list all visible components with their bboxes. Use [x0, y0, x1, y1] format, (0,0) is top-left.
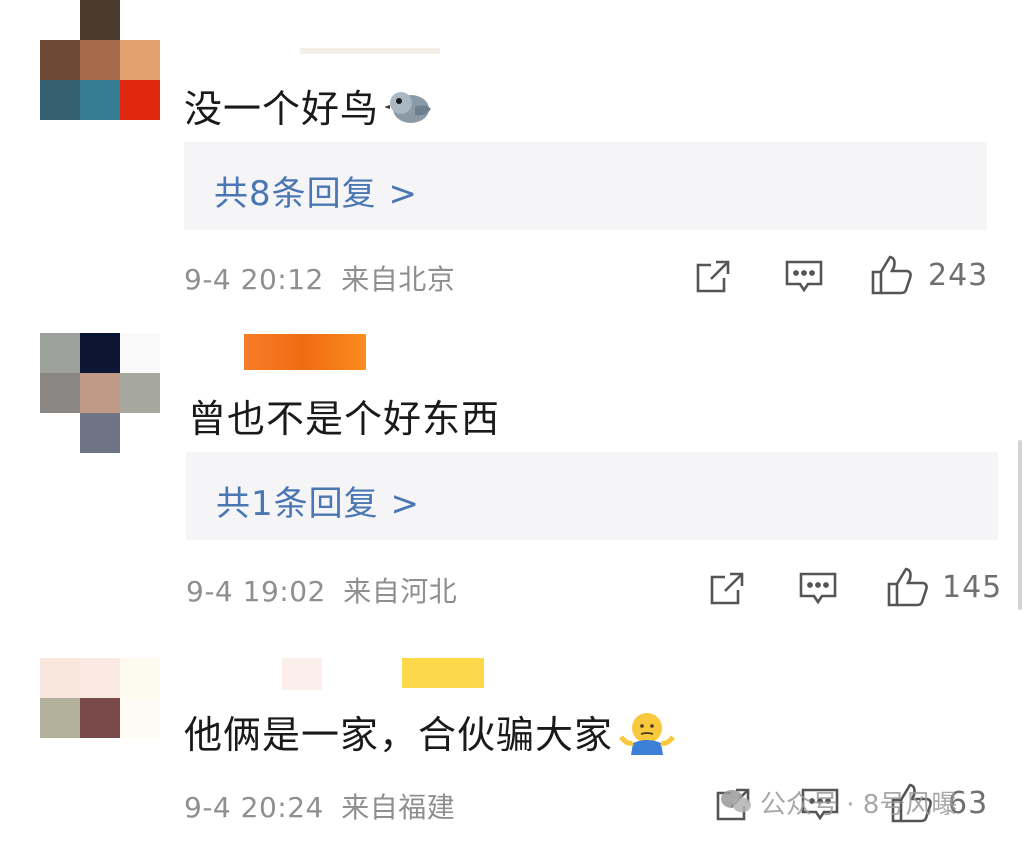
comment-text-content: 没一个好鸟 [184, 87, 380, 131]
avatar-pixel [80, 333, 120, 373]
avatar-pixel [120, 413, 160, 453]
share-icon[interactable] [694, 258, 732, 296]
comment-datetime: 9-4 19:02 [186, 575, 326, 608]
like-icon[interactable] [870, 254, 914, 296]
reply-count-box[interactable]: 共1条回复 > [186, 452, 998, 540]
avatar-pixel [40, 738, 80, 778]
like-icon[interactable] [886, 566, 930, 608]
comment-location: 来自福建 [341, 791, 456, 824]
avatar-pixel [40, 40, 80, 80]
avatar[interactable] [40, 0, 160, 120]
shrug-emoji-icon [619, 711, 676, 764]
avatar-pixel [80, 0, 120, 40]
comment-location: 来自河北 [343, 575, 458, 608]
reply-count-box[interactable]: 共8条回复 > [184, 142, 987, 230]
nickname-redacted[interactable] [402, 658, 484, 688]
avatar-pixel [40, 413, 80, 453]
nickname-redacted[interactable] [300, 48, 440, 54]
avatar-pixel [40, 658, 80, 698]
comment-text: 曾也不是个好东西 [188, 388, 500, 443]
comment-datetime: 9-4 20:24 [184, 791, 324, 824]
avatar-pixel [80, 373, 120, 413]
avatar-pixel [40, 698, 80, 738]
avatar-pixel [40, 80, 80, 120]
comment-text-content: 他俩是一家，合伙骗大家 [184, 713, 614, 757]
avatar-pixel [120, 738, 160, 778]
comment-text: 他俩是一家，合伙骗大家 [184, 704, 676, 764]
like-count: 243 [928, 258, 989, 293]
reply-count-link[interactable]: 共1条回复 > [216, 476, 420, 525]
avatar-pixel [120, 658, 160, 698]
comment-meta: 9-4 20:12 来自北京 [184, 258, 455, 298]
avatar-pixel [80, 413, 120, 453]
avatar-pixel [80, 658, 120, 698]
nickname-redacted[interactable] [282, 658, 322, 690]
scrollbar[interactable] [1018, 440, 1022, 610]
comment-datetime: 9-4 20:12 [184, 263, 324, 296]
comment-text: 没一个好鸟 [184, 78, 433, 136]
avatar-pixel [120, 80, 160, 120]
avatar-pixel [120, 373, 160, 413]
comment-icon[interactable] [798, 570, 838, 608]
avatar-pixel [40, 333, 80, 373]
avatar-pixel [120, 0, 160, 40]
comment-meta: 9-4 19:02 来自河北 [186, 570, 457, 610]
watermark: 公众号 · 8号风曝 [720, 784, 957, 823]
reply-count-link[interactable]: 共8条回复 > [214, 166, 418, 215]
bird-emoji-icon [384, 87, 433, 136]
comment-icon[interactable] [784, 258, 824, 296]
avatar[interactable] [40, 658, 160, 778]
like-count: 145 [942, 570, 1003, 605]
avatar-pixel [40, 0, 80, 40]
avatar-pixel [80, 80, 120, 120]
watermark-text: 公众号 · 8号风曝 [760, 790, 958, 820]
avatar-pixel [120, 333, 160, 373]
avatar-pixel [80, 738, 120, 778]
avatar-pixel [80, 40, 120, 80]
wechat-icon [720, 788, 752, 823]
share-icon[interactable] [708, 570, 746, 608]
avatar-pixel [120, 698, 160, 738]
avatar-pixel [80, 698, 120, 738]
avatar-pixel [40, 373, 80, 413]
avatar[interactable] [40, 333, 160, 453]
comment-location: 来自北京 [341, 263, 456, 296]
comment-text-content: 曾也不是个好东西 [188, 397, 501, 441]
nickname-redacted[interactable] [244, 334, 366, 370]
avatar-pixel [120, 40, 160, 80]
comment-meta: 9-4 20:24 来自福建 [184, 786, 455, 826]
